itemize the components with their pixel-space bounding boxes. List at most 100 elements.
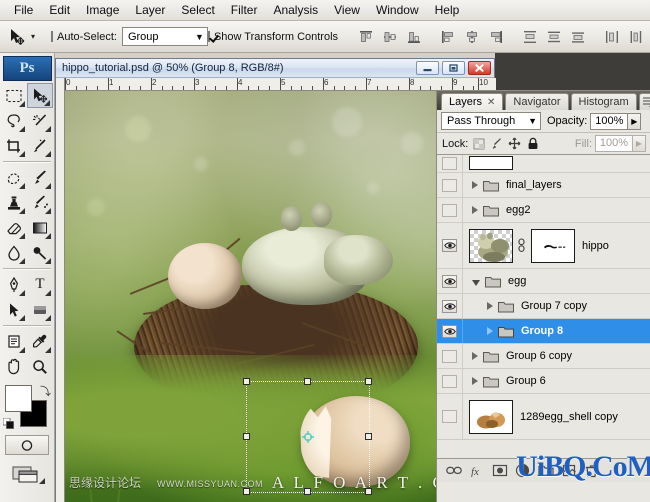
menu-item-image[interactable]: Image <box>78 1 127 20</box>
layer-row-egg[interactable]: egg <box>437 269 650 294</box>
layer-style-button[interactable]: fx <box>468 462 485 479</box>
layer-row-egg2[interactable]: egg2 <box>437 198 650 223</box>
align-horizontal-centers-button[interactable] <box>462 27 482 47</box>
link-layers-button[interactable] <box>445 462 462 479</box>
zoom-tool-icon[interactable] <box>27 354 53 379</box>
menu-item-file[interactable]: File <box>6 1 41 20</box>
menu-item-edit[interactable]: Edit <box>41 1 78 20</box>
new-layer-button[interactable] <box>560 462 577 479</box>
lasso-tool-icon[interactable] <box>1 108 27 133</box>
layer-thumbnail[interactable] <box>469 156 513 170</box>
healing-brush-tool-icon[interactable] <box>1 165 27 190</box>
align-top-edges-button[interactable] <box>356 27 376 47</box>
notes-tool-icon[interactable] <box>1 329 27 354</box>
crop-tool-icon[interactable] <box>1 133 27 158</box>
blend-mode-dropdown[interactable]: Pass Through ▼ <box>441 112 541 130</box>
lock-all-icon[interactable] <box>525 136 540 151</box>
layer-visibility-toggle[interactable] <box>437 155 463 172</box>
layer-thumbnail[interactable] <box>469 400 513 434</box>
new-fill-adjustment-layer-button[interactable] <box>514 462 531 479</box>
standard-mode-icon[interactable] <box>5 435 49 455</box>
default-colors-icon[interactable] <box>3 418 14 429</box>
document-title-bar[interactable]: hippo_tutorial.psd @ 50% (Group 8, RGB/8… <box>56 59 494 78</box>
vertical-ruler[interactable] <box>56 78 65 502</box>
type-tool-icon[interactable]: T <box>27 272 53 297</box>
screen-mode-button[interactable] <box>7 461 47 485</box>
close-icon[interactable]: ✕ <box>487 97 495 108</box>
lock-transparent-pixels-icon[interactable] <box>471 136 486 151</box>
layer-visibility-toggle[interactable] <box>437 344 463 368</box>
align-left-edges-button[interactable] <box>438 27 458 47</box>
foreground-color-swatch[interactable] <box>5 385 32 412</box>
menu-item-view[interactable]: View <box>326 1 368 20</box>
show-transform-controls-checkbox[interactable] <box>208 31 210 42</box>
chevron-down-icon[interactable] <box>472 280 480 286</box>
horizontal-ruler[interactable]: 0 1 2 3 4 5 6 7 8 9 10 <box>65 78 496 91</box>
menu-item-filter[interactable]: Filter <box>223 1 266 20</box>
tab-navigator[interactable]: Navigator <box>505 93 568 110</box>
transform-handle-middle-right[interactable] <box>365 433 372 440</box>
chevron-right-icon[interactable] <box>472 206 478 214</box>
minimize-button[interactable] <box>416 61 439 75</box>
lock-position-icon[interactable] <box>507 136 522 151</box>
chevron-right-icon[interactable] <box>487 302 493 310</box>
menu-item-layer[interactable]: Layer <box>127 1 173 20</box>
distribute-top-edges-button[interactable] <box>520 27 540 47</box>
transform-handle-middle-left[interactable] <box>243 433 250 440</box>
layer-visibility-toggle[interactable] <box>437 369 463 393</box>
history-brush-tool-icon[interactable] <box>27 190 53 215</box>
hand-tool-icon[interactable] <box>1 354 27 379</box>
align-bottom-edges-button[interactable] <box>404 27 424 47</box>
layer-row-group-8[interactable]: Group 8 <box>437 319 650 344</box>
layer-row-group-6[interactable]: Group 6 <box>437 369 650 394</box>
layer-row-group-7-copy[interactable]: Group 7 copy <box>437 294 650 319</box>
transform-handle-top-left[interactable] <box>243 378 250 385</box>
lock-image-pixels-icon[interactable] <box>489 136 504 151</box>
layer-row-group-6-copy[interactable]: Group 6 copy <box>437 344 650 369</box>
eraser-tool-icon[interactable] <box>1 215 27 240</box>
chevron-right-icon[interactable] <box>487 327 493 335</box>
layer-visibility-toggle[interactable] <box>437 223 463 268</box>
layer-visibility-toggle[interactable] <box>437 173 463 197</box>
layer-row-partial[interactable] <box>437 155 650 173</box>
layer-visibility-toggle[interactable] <box>437 294 463 318</box>
tab-histogram[interactable]: Histogram <box>571 93 637 110</box>
opacity-input[interactable]: 100% <box>590 113 628 130</box>
shape-tool-icon[interactable] <box>27 297 53 322</box>
layer-visibility-toggle[interactable] <box>437 319 463 343</box>
delete-layer-button[interactable] <box>583 462 600 479</box>
layer-row-eggshell-copy[interactable]: 1289egg_shell copy <box>437 394 650 440</box>
distribute-vertical-centers-button[interactable] <box>544 27 564 47</box>
opacity-spinner[interactable]: ▶ <box>628 113 641 130</box>
restore-button[interactable] <box>442 61 465 75</box>
blur-tool-icon[interactable] <box>1 240 27 265</box>
dodge-tool-icon[interactable] <box>27 240 53 265</box>
chevron-right-icon[interactable] <box>472 181 478 189</box>
tool-preset-picker[interactable]: ▾ <box>2 26 39 48</box>
tab-layers[interactable]: Layers ✕ <box>441 93 503 110</box>
menu-item-select[interactable]: Select <box>173 1 222 20</box>
layer-row-final-layers[interactable]: final_layers <box>437 173 650 198</box>
marquee-tool-icon[interactable] <box>1 83 27 108</box>
transform-handle-bottom-left[interactable] <box>243 488 250 495</box>
layer-visibility-toggle[interactable] <box>437 198 463 222</box>
distribute-left-edges-button[interactable] <box>602 27 622 47</box>
transform-handle-top-center[interactable] <box>304 378 311 385</box>
new-group-button[interactable] <box>537 462 554 479</box>
transform-handle-top-right[interactable] <box>365 378 372 385</box>
layer-thumbnail[interactable] <box>469 229 513 263</box>
quick-mask-mode-toggle[interactable] <box>5 435 49 455</box>
layer-list[interactable]: final_layers egg2 <box>437 155 650 458</box>
auto-select-checkbox[interactable] <box>51 31 53 42</box>
brush-tool-icon[interactable] <box>27 165 53 190</box>
add-layer-mask-button[interactable] <box>491 462 508 479</box>
menu-item-analysis[interactable]: Analysis <box>265 1 326 20</box>
align-vertical-centers-button[interactable] <box>380 27 400 47</box>
distribute-bottom-edges-button[interactable] <box>568 27 588 47</box>
layer-mask-link-icon[interactable] <box>516 237 527 255</box>
layer-visibility-toggle[interactable] <box>437 269 463 293</box>
gradient-tool-icon[interactable] <box>27 215 53 240</box>
fill-spinner[interactable]: ▶ <box>633 135 646 152</box>
clone-stamp-tool-icon[interactable] <box>1 190 27 215</box>
distribute-horizontal-centers-button[interactable] <box>626 27 646 47</box>
